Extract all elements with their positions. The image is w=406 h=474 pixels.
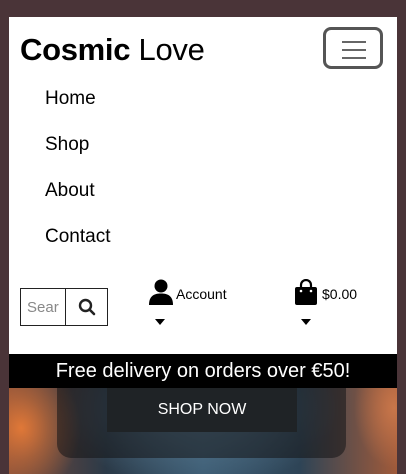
hero-image: SHOP NOW [9,388,397,474]
search-form [20,288,108,326]
main-nav: Home Shop About Contact [45,85,110,269]
shopping-bag[interactable]: $0.00 [295,279,375,329]
shopping-bag-icon [295,279,317,305]
account-label: Account [176,286,227,302]
page: Cosmic Love Home Shop About Contact Acco… [9,17,397,474]
shop-now-button[interactable]: SHOP NOW [107,388,297,432]
hamburger-icon [342,41,366,65]
bag-total: $0.00 [322,286,358,302]
brand-bold-text: Cosmic [20,32,131,67]
nav-item-shop[interactable]: Shop [45,131,110,177]
nav-item-about[interactable]: About [45,177,110,223]
account-caret-icon [155,319,165,325]
brand-regular-text: Love [138,32,205,67]
nav-link-shop[interactable]: Shop [45,134,89,155]
search-input[interactable] [20,288,66,326]
menu-toggle-button[interactable] [323,27,383,69]
bag-caret-icon [301,319,311,325]
search-icon [78,298,95,316]
account-menu[interactable]: Account [149,279,249,329]
user-icon [149,279,173,305]
nav-link-about[interactable]: About [45,180,95,201]
brand-logo[interactable]: Cosmic Love [20,32,205,68]
nav-item-contact[interactable]: Contact [45,223,110,269]
nav-item-home[interactable]: Home [45,85,110,131]
delivery-banner: Free delivery on orders over €50! [9,354,397,388]
search-button[interactable] [66,288,108,326]
nav-link-contact[interactable]: Contact [45,226,110,247]
nav-link-home[interactable]: Home [45,88,96,109]
